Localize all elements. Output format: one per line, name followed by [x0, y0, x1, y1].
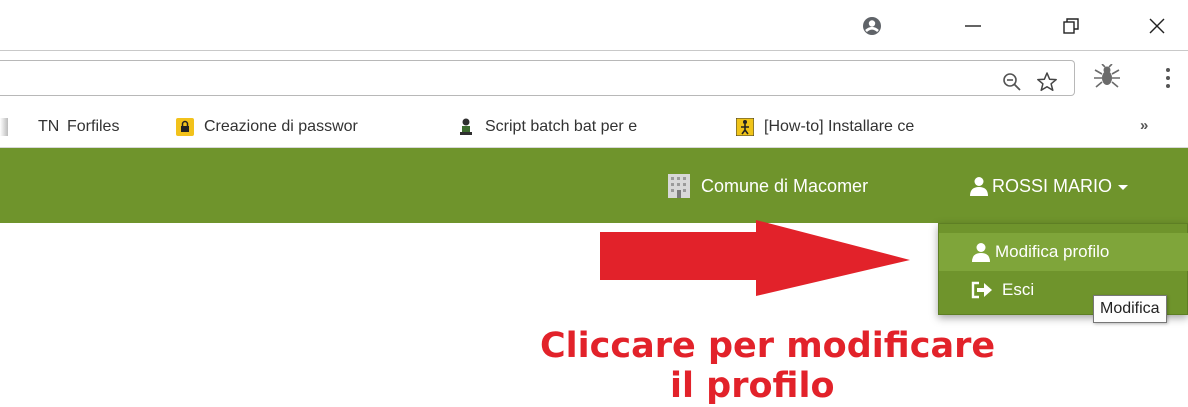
sign-out-icon — [971, 281, 993, 299]
bookmark-item-creazione-password[interactable]: Creazione di passwor — [176, 117, 438, 137]
menu-dot — [1166, 84, 1170, 88]
organization-link[interactable]: Comune di Macomer — [667, 174, 868, 198]
menu-dot — [1166, 76, 1170, 80]
user-name-label: ROSSI MARIO — [992, 175, 1113, 196]
bookmark-label: [How-to] Installare ce — [764, 118, 915, 135]
menu-icon[interactable] — [1158, 66, 1178, 90]
user-icon — [971, 242, 991, 262]
lock-icon — [176, 118, 194, 136]
titlebar-divider — [0, 50, 1188, 51]
address-bar[interactable] — [0, 60, 1075, 96]
figure-icon — [736, 117, 755, 137]
bookmark-label: Forfiles — [67, 118, 120, 135]
bookmark-item-tn[interactable]: TN — [38, 117, 59, 137]
user-menu-toggle[interactable]: ROSSI MARIO — [969, 174, 1129, 198]
zoom-out-icon[interactable] — [1001, 71, 1023, 93]
menu-item-label: Modifica profilo — [995, 242, 1110, 261]
window-title-bar — [0, 0, 1188, 52]
bookmark-label: TN — [38, 118, 60, 135]
person-icon — [457, 118, 475, 136]
bookmark-item-forfiles[interactable]: Forfiles — [67, 117, 119, 137]
annotation-line-1: Cliccare per modificare — [540, 326, 996, 366]
bookmark-label: Creazione di passwor — [204, 118, 358, 135]
bookmarks-bar: TN Forfiles Creazione di passwor Script … — [0, 104, 1188, 148]
menu-dot — [1166, 68, 1170, 72]
menu-item-label: Esci — [1002, 280, 1035, 299]
user-icon — [969, 176, 989, 196]
browser-toolbar — [0, 52, 1188, 104]
chevron-down-icon — [1118, 184, 1129, 190]
extension-icon[interactable] — [1092, 64, 1122, 90]
building-icon — [667, 174, 691, 198]
bookmark-item-script-batch[interactable]: Script batch bat per e — [457, 117, 695, 137]
restore-icon[interactable] — [1048, 8, 1094, 44]
minimize-icon[interactable] — [950, 8, 996, 44]
annotation-line-2: il profilo — [670, 366, 835, 406]
red-arrow-annotation — [600, 220, 910, 296]
bookmark-label: Script batch bat per e — [485, 118, 638, 135]
close-icon[interactable] — [1134, 8, 1180, 44]
app-navbar: Comune di Macomer ROSSI MARIO — [0, 148, 1188, 223]
organization-label: Comune di Macomer — [701, 175, 869, 196]
menu-item-edit-profile[interactable]: Modifica profilo — [939, 233, 1188, 271]
bookmarks-overflow-button[interactable]: » — [1140, 117, 1148, 134]
bookmark-partial-icon — [0, 117, 14, 137]
tooltip: Modifica — [1093, 295, 1167, 323]
account-icon[interactable] — [849, 8, 895, 44]
bookmark-item-how-to[interactable]: [How-to] Installare ce — [736, 117, 986, 137]
bookmark-star-icon[interactable] — [1036, 71, 1058, 93]
